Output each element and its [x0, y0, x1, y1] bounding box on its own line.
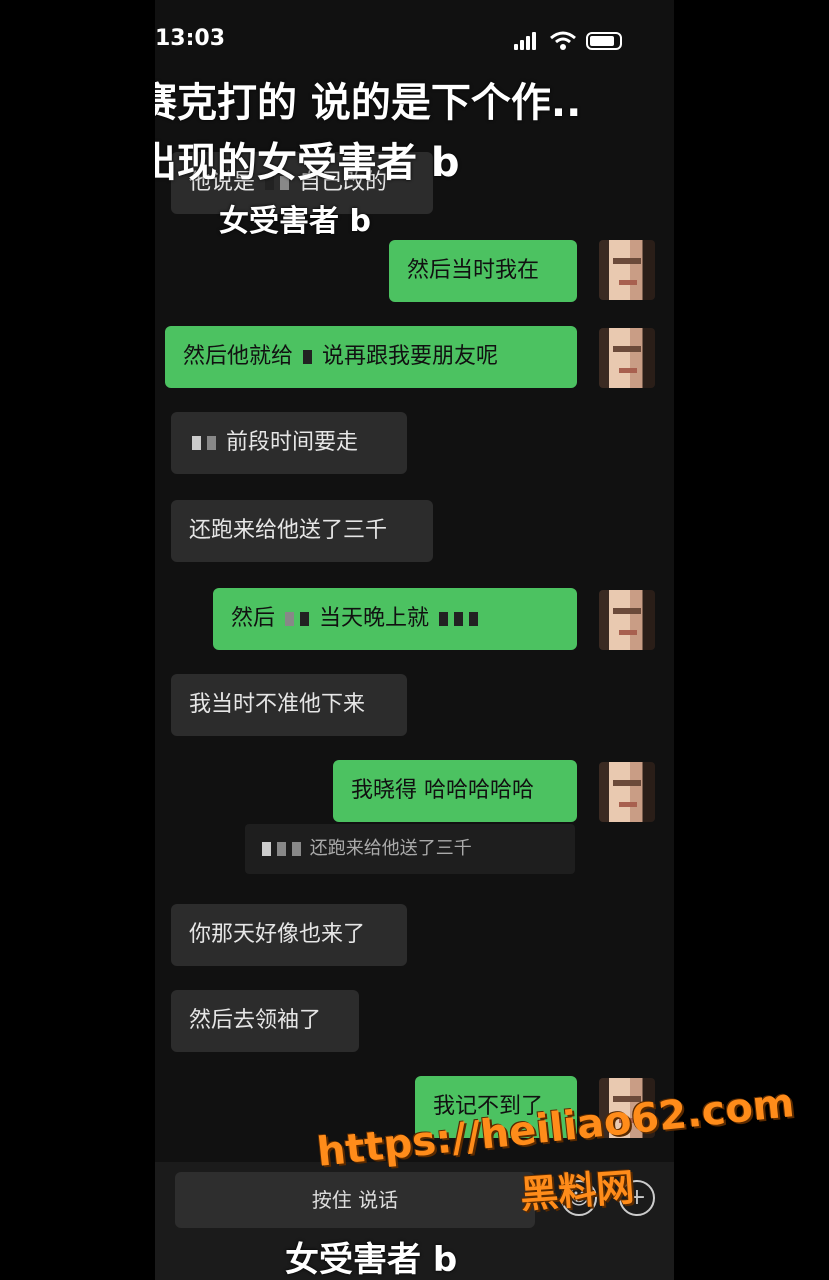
message-received[interactable]: 你那天好像也来了 — [171, 904, 407, 966]
message-text: 然后当时我在 — [407, 258, 540, 283]
message-text: 然后去领袖了 — [189, 1008, 322, 1033]
phone-screen: 13:03 他说是 自己改的 然后当时我在 然后他就给 说再跟我要朋友呢 前段时… — [155, 0, 674, 1280]
caption-line-3: 女受害者 b — [219, 204, 371, 239]
pixelated-area — [207, 436, 216, 450]
pixelated-area — [454, 612, 464, 626]
pixelated-area — [469, 612, 479, 626]
hold-label: 按住 说话 — [311, 1188, 399, 1212]
message-text: 前段时间要走 — [226, 430, 359, 455]
message-sent[interactable]: 然后 当天晚上就 — [213, 588, 577, 650]
message-text: 我当时不准他下来 — [189, 692, 366, 717]
message-received[interactable]: 前段时间要走 — [171, 412, 407, 474]
message-received[interactable]: 还跑来给他送了三千 — [171, 500, 433, 562]
caption-line-2: 出现的女受害者 b — [155, 140, 460, 186]
battery-icon — [586, 32, 622, 50]
caption-line-1: 赛克打的 说的是下个作.. — [155, 80, 582, 126]
message-sent[interactable]: 然后他就给 说再跟我要朋友呢 — [165, 326, 577, 388]
quoted-message[interactable]: 还跑来给他送了三千 — [245, 824, 575, 874]
signal-icon — [514, 32, 540, 50]
message-sent[interactable]: 我晓得 哈哈哈哈哈 — [333, 760, 577, 822]
message-text: 然后 — [231, 606, 276, 631]
pixelated-area — [300, 612, 310, 626]
hold-to-talk-button[interactable]: 按住 说话 — [175, 1172, 535, 1228]
message-text: 还跑来给他送了三千 — [189, 518, 388, 543]
wifi-icon — [550, 31, 576, 50]
pixelated-area — [439, 612, 449, 626]
avatar[interactable] — [599, 762, 655, 822]
message-sent[interactable]: 然后当时我在 — [389, 240, 577, 302]
pixelated-area — [285, 612, 295, 626]
message-text: 你那天好像也来了 — [189, 922, 366, 947]
avatar[interactable] — [599, 590, 655, 650]
pixelated-area — [292, 842, 301, 856]
watermark-name: 黑料网 — [518, 1165, 636, 1217]
pixelated-area — [303, 350, 313, 364]
status-bar: 13:03 — [155, 0, 674, 80]
pixelated-area — [277, 842, 286, 856]
status-icons — [514, 31, 622, 51]
avatar[interactable] — [599, 240, 655, 300]
caption-bottom: 女受害者 b — [285, 1240, 458, 1280]
message-received[interactable]: 然后去领袖了 — [171, 990, 359, 1052]
clock: 13:03 — [155, 26, 226, 51]
message-text: 我晓得 哈哈哈哈哈 — [351, 778, 534, 803]
pixelated-area — [192, 436, 201, 450]
message-text: 说再跟我要朋友呢 — [322, 344, 499, 369]
message-received[interactable]: 我当时不准他下来 — [171, 674, 407, 736]
message-text: 然后他就给 — [183, 344, 294, 369]
message-text: 当天晚上就 — [319, 606, 430, 631]
quoted-text: 还跑来给他送了三千 — [309, 838, 472, 859]
avatar[interactable] — [599, 328, 655, 388]
pixelated-area — [262, 842, 271, 856]
